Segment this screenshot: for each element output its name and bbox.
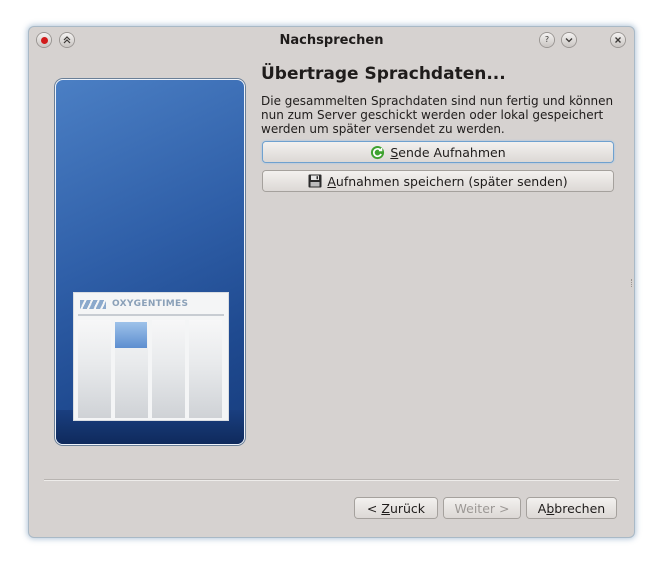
newspaper-column	[189, 320, 222, 418]
masthead-text: OXYGENTIMES	[112, 299, 189, 309]
chevron-down-icon	[565, 38, 573, 43]
send-recordings-button[interactable]: Sende Aufnahmen	[263, 142, 613, 162]
save-recordings-label: Aufnahmen speichern (später senden)	[327, 173, 568, 189]
newspaper-illustration: OXYGENTIMES	[73, 292, 229, 421]
dialog-window: Nachsprechen ? OXYGENTIMES Übertrage Spr…	[29, 27, 634, 537]
wizard-side-image: OXYGENTIMES	[55, 79, 245, 445]
page-content: Übertrage Sprachdaten... Die gesammelten…	[261, 63, 616, 136]
green-refresh-icon	[370, 145, 385, 160]
cancel-button[interactable]: Abbrechen	[527, 498, 616, 518]
page-heading: Übertrage Sprachdaten...	[261, 64, 506, 84]
minimize-icon[interactable]	[562, 33, 576, 47]
next-button[interactable]: Weiter >	[444, 498, 520, 518]
newspaper-photo	[115, 322, 147, 348]
newspaper-column	[78, 320, 111, 418]
back-button[interactable]: < Zurück	[355, 498, 437, 518]
title-bar[interactable]: Nachsprechen ?	[29, 27, 634, 53]
masthead-stripes-icon	[80, 299, 106, 309]
close-x-icon	[615, 37, 621, 43]
footer-separator	[44, 479, 619, 481]
save-recordings-button[interactable]: Aufnahmen speichern (später senden)	[263, 171, 613, 191]
masthead-rule	[78, 314, 224, 316]
next-label: Weiter >	[454, 500, 510, 516]
help-icon[interactable]: ?	[540, 33, 554, 47]
close-icon[interactable]	[611, 33, 625, 47]
floppy-disk-icon	[308, 174, 322, 188]
back-label: < Zurück	[366, 500, 426, 516]
cancel-label: Abbrechen	[537, 500, 606, 516]
send-recordings-label: Sende Aufnahmen	[390, 144, 506, 160]
newspaper-masthead: OXYGENTIMES	[80, 298, 188, 310]
resize-grip[interactable]	[631, 279, 633, 287]
page-description: Die gesammelten Sprachdaten sind nun fer…	[261, 94, 614, 136]
newspaper-column	[152, 320, 185, 418]
